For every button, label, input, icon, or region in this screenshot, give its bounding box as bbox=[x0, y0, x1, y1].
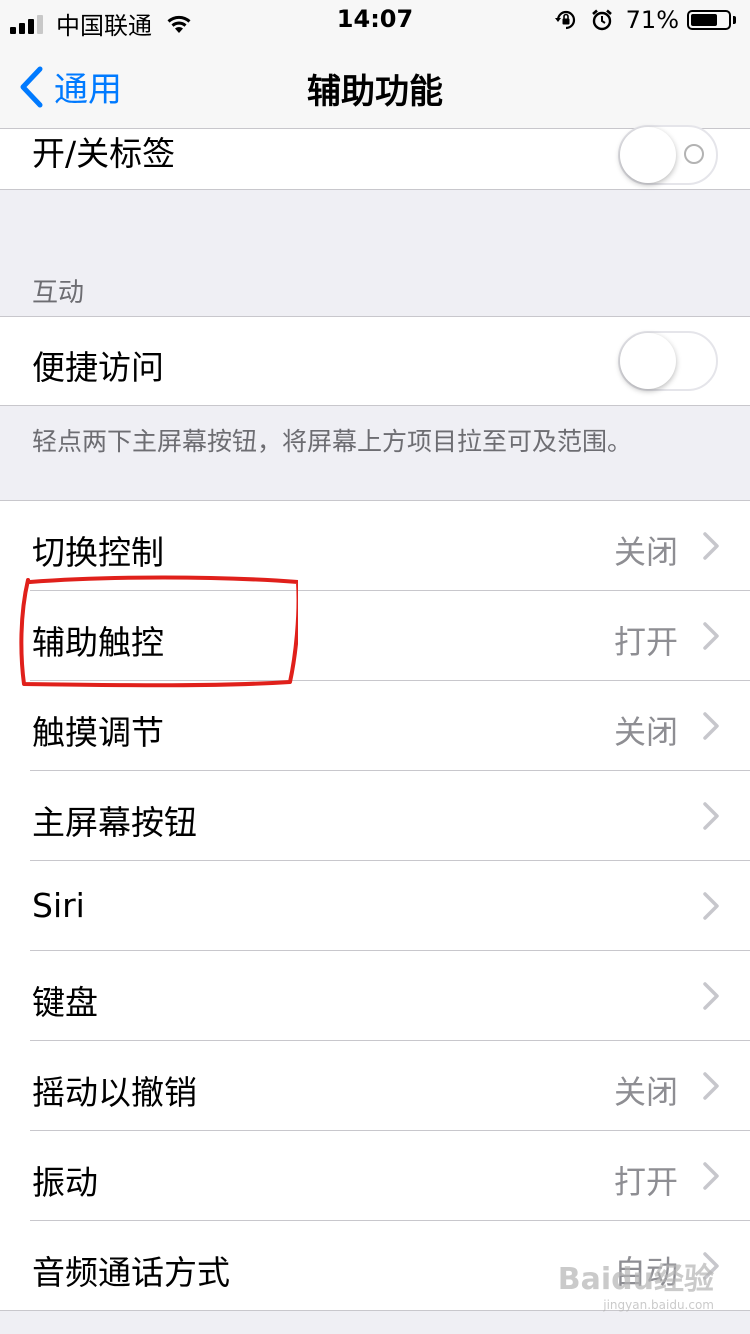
divider bbox=[0, 189, 750, 190]
section-header-interaction: 互动 bbox=[32, 278, 85, 308]
row-label: 摇动以撤销 bbox=[32, 1073, 197, 1112]
on-off-labels-toggle[interactable] bbox=[618, 125, 718, 185]
row-label: 音频通话方式 bbox=[32, 1253, 230, 1292]
toggle-knob bbox=[620, 333, 676, 389]
row-value: 关闭 bbox=[613, 1073, 678, 1111]
divider bbox=[0, 405, 750, 406]
row-value: 关闭 bbox=[613, 713, 678, 751]
off-label-icon bbox=[684, 144, 704, 164]
orientation-lock-icon bbox=[554, 10, 575, 30]
chevron-right-icon bbox=[703, 982, 719, 1010]
chevron-right-icon bbox=[703, 892, 719, 920]
row-value: 关闭 bbox=[613, 533, 678, 571]
row-label: 切换控制 bbox=[32, 533, 164, 572]
list-item[interactable]: 主屏幕按钮 bbox=[0, 771, 750, 861]
reachability-row: 便捷访问 bbox=[0, 317, 750, 405]
reachability-toggle[interactable] bbox=[618, 331, 718, 391]
row-value: 打开 bbox=[613, 1163, 678, 1201]
navigation-bar: 通用 辅助功能 bbox=[0, 40, 750, 129]
watermark-logo: Baidu经验 bbox=[557, 1262, 714, 1297]
highlight-annotation bbox=[19, 575, 298, 688]
battery-percent: 71% bbox=[625, 6, 679, 34]
battery-icon bbox=[687, 10, 736, 30]
toggle-knob bbox=[620, 127, 676, 183]
row-value: 打开 bbox=[613, 623, 678, 661]
row-label: 便捷访问 bbox=[32, 348, 164, 387]
row-label: 键盘 bbox=[32, 983, 98, 1022]
list-item[interactable]: Siri bbox=[0, 861, 750, 951]
row-label: Siri bbox=[32, 886, 85, 925]
list-item[interactable]: 键盘 bbox=[0, 951, 750, 1041]
list-item[interactable]: 摇动以撤销 关闭 bbox=[0, 1041, 750, 1131]
chevron-right-icon bbox=[703, 1162, 719, 1190]
row-label: 触摸调节 bbox=[32, 713, 164, 752]
status-bar: 中国联通 14:07 71% bbox=[0, 0, 750, 40]
list-item[interactable]: 触摸调节 关闭 bbox=[0, 681, 750, 771]
row-label: 振动 bbox=[32, 1163, 98, 1202]
row-label: 主屏幕按钮 bbox=[32, 803, 197, 842]
chevron-right-icon bbox=[703, 712, 719, 740]
watermark: Baidu经验 jingyan.baidu.com bbox=[558, 1254, 714, 1312]
watermark-url: jingyan.baidu.com bbox=[603, 1298, 714, 1312]
alarm-icon bbox=[591, 9, 612, 31]
list-item[interactable]: 振动 打开 bbox=[0, 1131, 750, 1221]
chevron-right-icon bbox=[703, 532, 719, 560]
row-label: 开/关标签 bbox=[32, 134, 176, 173]
on-off-labels-row: 开/关标签 bbox=[0, 125, 750, 189]
chevron-right-icon bbox=[703, 802, 719, 830]
chevron-right-icon bbox=[703, 622, 719, 650]
page-title: 辅助功能 bbox=[307, 72, 443, 112]
chevron-right-icon bbox=[703, 1072, 719, 1100]
section-footer: 轻点两下主屏幕按钮，将屏幕上方项目拉至可及范围。 bbox=[32, 427, 633, 456]
status-right: 71% bbox=[554, 6, 736, 34]
